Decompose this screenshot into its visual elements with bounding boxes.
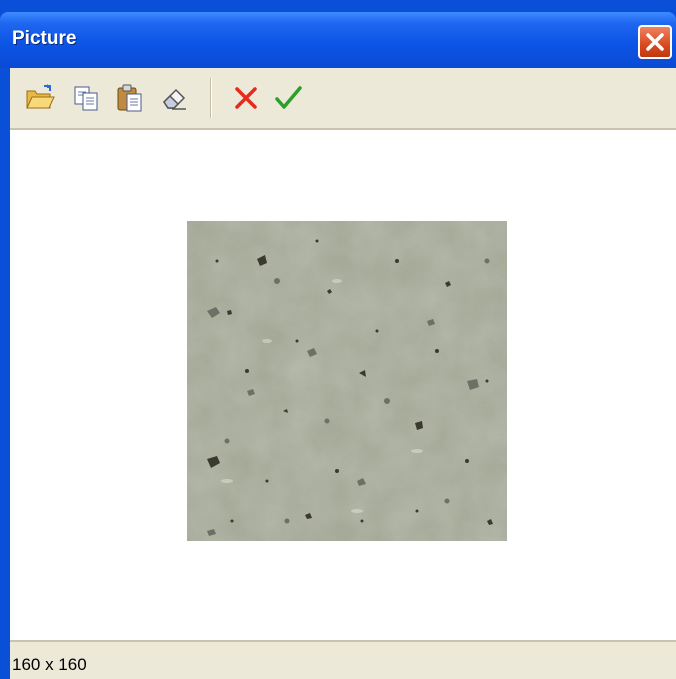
title-bar[interactable]: Picture [0,12,676,68]
ok-button[interactable] [272,82,304,114]
open-button[interactable] [24,82,56,114]
picture-preview [187,221,507,541]
paste-icon [117,84,142,112]
cancel-button[interactable] [230,82,262,114]
eraser-icon [163,88,186,110]
image-dimensions: 160 x 160 [12,655,87,674]
cancel-icon [235,87,257,109]
stone-texture-image [187,221,507,541]
close-icon [646,33,664,51]
toolbar-separator [210,78,212,118]
open-icon [26,84,55,109]
close-button[interactable] [638,25,672,59]
window-title: Picture [12,28,77,49]
copy-button[interactable] [70,82,102,114]
clear-button[interactable] [158,82,190,114]
paste-button[interactable] [114,82,146,114]
ok-icon [275,86,302,109]
toolbar [10,68,676,130]
copy-icon [74,86,98,111]
status-bar: 160 x 160 [10,640,676,679]
picture-window: Picture 160 x 160 [0,0,676,679]
picture-area [10,130,676,640]
